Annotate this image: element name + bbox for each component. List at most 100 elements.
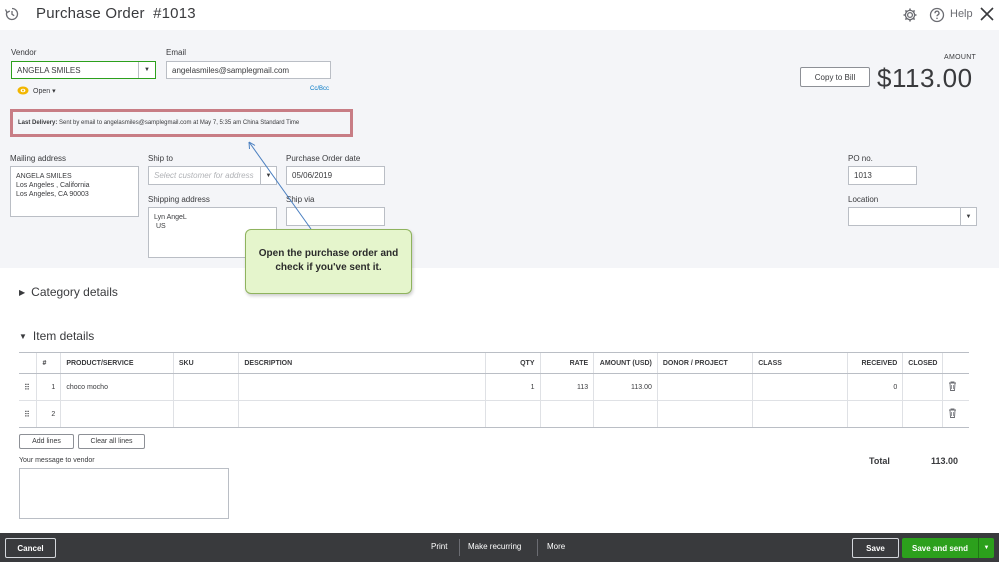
message-to-vendor-field[interactable]	[19, 468, 229, 519]
footer-divider	[537, 539, 538, 556]
trash-icon[interactable]	[948, 381, 957, 391]
chevron-down-icon[interactable]: ▼	[260, 167, 276, 184]
table-header: CLOSED	[902, 352, 943, 374]
closed-cell[interactable]	[902, 373, 943, 401]
qty-cell[interactable]: 1	[484, 373, 540, 401]
history-icon[interactable]	[4, 6, 20, 22]
purchase-order-page: Purchase Order #1013 Help Vendor ANGELA …	[0, 0, 999, 562]
title-text: Purchase Order	[36, 5, 145, 22]
table-header: CLASS	[752, 352, 848, 374]
description-cell[interactable]	[238, 400, 486, 428]
footer-divider	[459, 539, 460, 556]
shipping-address-label: Shipping address	[148, 195, 210, 204]
table-header-row: # PRODUCT/SERVICE SKU DESCRIPTION QTY RA…	[19, 352, 969, 374]
last-delivery-highlight: Last Delivery: Sent by email to angelasm…	[10, 109, 353, 137]
chevron-down-icon[interactable]: ▼	[978, 538, 994, 558]
gear-icon[interactable]	[902, 7, 918, 23]
mailing-line: ANGELA SMILES	[16, 173, 72, 180]
ship-to-label: Ship to	[148, 154, 173, 163]
total-value: 113.00	[931, 456, 959, 466]
rate-cell[interactable]	[539, 400, 594, 428]
product-cell[interactable]: choco mocho	[60, 373, 174, 401]
table-header: RECEIVED	[847, 352, 903, 374]
status-text: Open	[33, 88, 51, 95]
table-header: PRODUCT/SERVICE	[60, 352, 174, 374]
table-header	[942, 352, 969, 374]
vendor-select[interactable]: ANGELA SMILES ▼	[11, 61, 156, 79]
amount-value: $113.00	[877, 63, 973, 93]
total-label: Total	[869, 456, 890, 466]
qty-cell[interactable]	[484, 400, 540, 428]
copy-to-bill-button[interactable]: Copy to Bill	[800, 67, 870, 87]
more-button[interactable]: More	[547, 542, 565, 551]
table-row[interactable]: ⠿ 1 choco mocho 1 113 113.00 0	[19, 373, 969, 401]
item-details-toggle[interactable]: ▼ Item details	[19, 329, 94, 343]
email-label: Email	[166, 48, 187, 57]
description-cell[interactable]	[238, 373, 486, 401]
chevron-down-icon[interactable]: ▼	[138, 62, 155, 78]
item-details-table: # PRODUCT/SERVICE SKU DESCRIPTION QTY RA…	[19, 352, 969, 428]
clear-all-lines-button[interactable]: Clear all lines	[78, 434, 145, 449]
email-value: angelasmiles@samplegmail.com	[172, 65, 290, 75]
save-and-send-button[interactable]: Save and send	[902, 538, 978, 558]
sku-cell[interactable]	[172, 400, 239, 428]
email-field[interactable]: angelasmiles@samplegmail.com	[166, 61, 331, 79]
po-no-value: 1013	[854, 171, 872, 180]
table-row[interactable]: ⠿ 2	[19, 400, 969, 428]
add-lines-button[interactable]: Add lines	[19, 434, 74, 449]
table-header: RATE	[539, 352, 594, 374]
help-label[interactable]: Help	[950, 8, 973, 20]
shipping-line: Lyn AngeL	[154, 214, 187, 221]
po-no-field[interactable]: 1013	[848, 166, 917, 185]
last-delivery-text: Last Delivery: Sent by email to angelasm…	[18, 120, 299, 126]
category-details-toggle[interactable]: ▶ Category details	[19, 285, 118, 299]
table-header: DESCRIPTION	[238, 352, 486, 374]
donor-cell[interactable]	[656, 373, 753, 401]
amount-cell[interactable]: 113.00	[593, 373, 658, 401]
po-date-field[interactable]: 05/06/2019	[286, 166, 385, 185]
close-icon[interactable]	[979, 6, 995, 22]
drag-handle-icon[interactable]: ⠿	[19, 400, 37, 428]
closed-cell[interactable]	[902, 400, 943, 428]
donor-cell[interactable]	[656, 400, 753, 428]
location-label: Location	[848, 195, 879, 204]
cc-bcc-link[interactable]: Cc/Bcc	[310, 86, 329, 92]
ship-to-placeholder: Select customer for address	[154, 171, 254, 180]
save-button[interactable]: Save	[852, 538, 899, 558]
chevron-down-icon[interactable]: ▼	[960, 208, 976, 225]
ship-to-select[interactable]: Select customer for address ▼	[148, 166, 277, 185]
rate-cell[interactable]: 113	[539, 373, 594, 401]
received-cell: 0	[847, 373, 903, 401]
po-no-label: PO no.	[848, 154, 873, 163]
chevron-down-icon: ▼	[19, 332, 27, 341]
location-select[interactable]: ▼	[848, 207, 977, 226]
drag-handle-icon[interactable]: ⠿	[19, 373, 37, 401]
top-bar: Purchase Order #1013 Help	[0, 0, 999, 30]
delete-cell	[942, 400, 969, 428]
table-header: DONOR / PROJECT	[656, 352, 753, 374]
trash-icon[interactable]	[948, 408, 957, 418]
page-title: Purchase Order #1013	[36, 5, 196, 22]
print-button[interactable]: Print	[431, 542, 447, 551]
amount-cell[interactable]	[593, 400, 658, 428]
table-header: SKU	[172, 352, 239, 374]
help-icon[interactable]	[929, 7, 945, 23]
footer-bar: Cancel Print Make recurring More Save Sa…	[0, 533, 999, 562]
product-cell[interactable]	[60, 400, 174, 428]
vendor-value: ANGELA SMILES	[17, 65, 81, 75]
amount-label: AMOUNT	[944, 54, 977, 61]
class-cell[interactable]	[752, 400, 848, 428]
cancel-button[interactable]: Cancel	[5, 538, 56, 558]
table-header: AMOUNT (USD)	[593, 352, 658, 374]
ship-via-field[interactable]	[286, 207, 385, 226]
sku-cell[interactable]	[172, 373, 239, 401]
mailing-line: Los Angeles, CA 90003	[16, 191, 89, 198]
item-details-label: Item details	[32, 329, 95, 343]
tooltip-line: check if you've sent it.	[275, 262, 382, 273]
chevron-right-icon: ▶	[19, 288, 26, 297]
make-recurring-button[interactable]: Make recurring	[468, 542, 521, 551]
status-dropdown[interactable]: Open ▾	[33, 87, 56, 95]
class-cell[interactable]	[752, 373, 848, 401]
mailing-address-field[interactable]: ANGELA SMILES Los Angeles , California L…	[10, 166, 139, 217]
mailing-address-label: Mailing address	[10, 154, 67, 163]
